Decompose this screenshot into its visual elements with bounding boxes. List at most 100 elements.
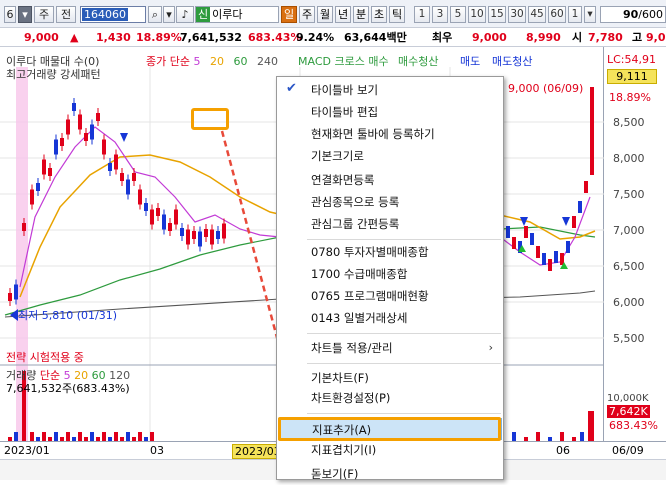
volume-bar — [560, 432, 564, 441]
y-tick-7500: 7,500 — [613, 188, 645, 201]
search-icon[interactable]: ⌕ — [148, 6, 162, 23]
price-bar: 9,000 ▲ 1,430 18.89% 7,641,532 683.43% 9… — [0, 28, 666, 47]
volume-bar — [536, 432, 540, 441]
menu-item-1700[interactable]: 1700 수급매매종합 — [278, 263, 502, 285]
candle — [572, 216, 576, 228]
vol-pct: 683.43% — [609, 419, 658, 432]
date-tick-2: 03 — [150, 444, 164, 457]
highlight-box-menu — [278, 417, 501, 441]
period-week[interactable]: 주 — [299, 6, 315, 23]
menu-item-default-size[interactable]: 기본크기로 — [278, 145, 502, 167]
candle — [524, 226, 528, 238]
strategy-label: 전략 시험적용 중 — [6, 351, 84, 364]
macd-sell-close: 매도청산 — [492, 55, 533, 68]
highlight-box-top — [191, 108, 229, 130]
menu-item-add-watchlist[interactable]: 관심종목으로 등록 — [278, 191, 502, 213]
y-tick-6000: 6,000 — [613, 296, 645, 309]
menu-item-chart-settings[interactable]: 차트환경설정(P) — [278, 387, 502, 409]
interval-dropdown-icon[interactable]: ▾ — [584, 6, 596, 23]
count-field[interactable]: 90/600 — [600, 6, 666, 23]
lc-label: LC:54,91 — [607, 53, 657, 66]
jeon-button[interactable]: 전 — [56, 6, 76, 23]
volume-bar — [580, 432, 584, 441]
menu-item-0143[interactable]: 0143 일별거래상세 — [278, 307, 502, 329]
candle — [542, 253, 546, 265]
main-label[interactable]: 주 — [34, 6, 54, 23]
macd-buy-close: 매수청산 — [398, 55, 439, 68]
price-tag: 9,111 — [607, 69, 657, 84]
code-index-dropdown[interactable]: ▾ — [18, 6, 32, 23]
menu-separator — [307, 413, 501, 414]
date-tick-4: 06 — [556, 444, 570, 457]
stock-code-input[interactable]: 164060 — [80, 6, 146, 23]
legend-pattern: 최고거래량 강세패턴 — [6, 68, 101, 81]
code-index[interactable]: 6 — [4, 6, 16, 23]
dropdown-icon[interactable]: ▾ — [163, 6, 175, 23]
period-minute[interactable]: 분 — [353, 6, 369, 23]
menu-item-overlay-indicator[interactable]: 지표겹치기(I) — [278, 439, 502, 461]
menu-item-show-titlebar[interactable]: 타이틀바 보기 — [278, 79, 502, 101]
volume: 7,641,532 — [180, 31, 242, 44]
y-tick-8500: 8,500 — [613, 116, 645, 129]
menu-item-link-screen[interactable]: 연결화면등록 — [278, 169, 502, 191]
y-tick-8000: 8,000 — [613, 152, 645, 165]
period-second[interactable]: 초 — [371, 6, 387, 23]
vol-axis-top: 10,000K — [607, 393, 649, 404]
trade-amount: 63,644백만 — [344, 31, 407, 44]
menu-item-default-chart[interactable]: 기본차트(F) — [278, 367, 502, 389]
high-2: 8,990 — [526, 31, 561, 44]
period-year[interactable]: 년 — [335, 6, 351, 23]
y-axis: LC:54,91 9,111 18.89% 8,500 8,000 7,500 … — [605, 47, 666, 461]
open-price: 7,780 — [588, 31, 623, 44]
menu-separator — [307, 333, 501, 334]
interval-45[interactable]: 45 — [528, 6, 546, 23]
volume-bar — [54, 432, 58, 441]
interval-15[interactable]: 15 — [488, 6, 506, 23]
menu-item-0765[interactable]: 0765 프로그램매매현황 — [278, 285, 502, 307]
price-rate: 18.89% — [136, 31, 182, 44]
menu-item-magnifier[interactable]: 돋보기(F) — [278, 463, 502, 485]
price-change: 1,430 — [96, 31, 131, 44]
interval-5[interactable]: 5 — [450, 6, 466, 23]
period-day[interactable]: 일 — [281, 6, 297, 23]
stock-name-field[interactable]: 신 이루다 — [195, 6, 279, 23]
menu-separator — [307, 363, 501, 364]
volume-rate: 683.43% — [248, 31, 302, 44]
volume-bar — [42, 432, 46, 441]
speaker-icon[interactable]: ♪ — [176, 6, 194, 23]
date-tick-1: 2023/01 — [4, 444, 50, 457]
vol-tag: 7,642K — [607, 405, 650, 418]
candle — [512, 237, 516, 249]
volume-bar — [150, 432, 154, 441]
date-tick-5: 06/09 — [612, 444, 644, 457]
turnover: 9.24% — [296, 31, 335, 44]
up-arrow-icon: ▲ — [70, 31, 79, 44]
macd-label: MACD 크로스 매수 — [298, 55, 389, 68]
y-tick-5500: 5,500 — [613, 332, 645, 345]
period-month[interactable]: 월 — [317, 6, 333, 23]
low-marker: 최저 5,810 (01/31) — [18, 309, 118, 322]
volume-bar — [30, 432, 34, 441]
menu-item-add-to-toolbar[interactable]: 현재화면 툴바에 등록하기 — [278, 123, 502, 145]
interval-10[interactable]: 10 — [468, 6, 486, 23]
menu-item-watch-group[interactable]: 관심그룹 간편등록 — [278, 213, 502, 235]
volume-bar — [78, 432, 82, 441]
interval-60[interactable]: 60 — [548, 6, 566, 23]
candle — [536, 246, 540, 258]
interval-3[interactable]: 3 — [432, 6, 448, 23]
menu-item-0780[interactable]: 0780 투자자별매매종합 — [278, 241, 502, 263]
interval-1[interactable]: 1 — [414, 6, 430, 23]
candle — [548, 259, 552, 271]
submenu-arrow-icon: › — [488, 341, 493, 354]
period-tick[interactable]: 틱 — [389, 6, 405, 23]
volume-bar — [102, 432, 106, 441]
high-1: 9,000 — [472, 31, 507, 44]
candle — [506, 226, 510, 238]
menu-item-chart-frame[interactable]: 차트틀 적용/관리 — [278, 337, 502, 359]
menu-item-edit-titlebar[interactable]: 타이틀바 편집 — [278, 101, 502, 123]
interval-30[interactable]: 30 — [508, 6, 526, 23]
menu-separator — [307, 239, 501, 240]
volume-bar — [138, 432, 142, 441]
volume-bar — [126, 432, 130, 441]
interval-custom[interactable]: 1 — [568, 6, 582, 23]
